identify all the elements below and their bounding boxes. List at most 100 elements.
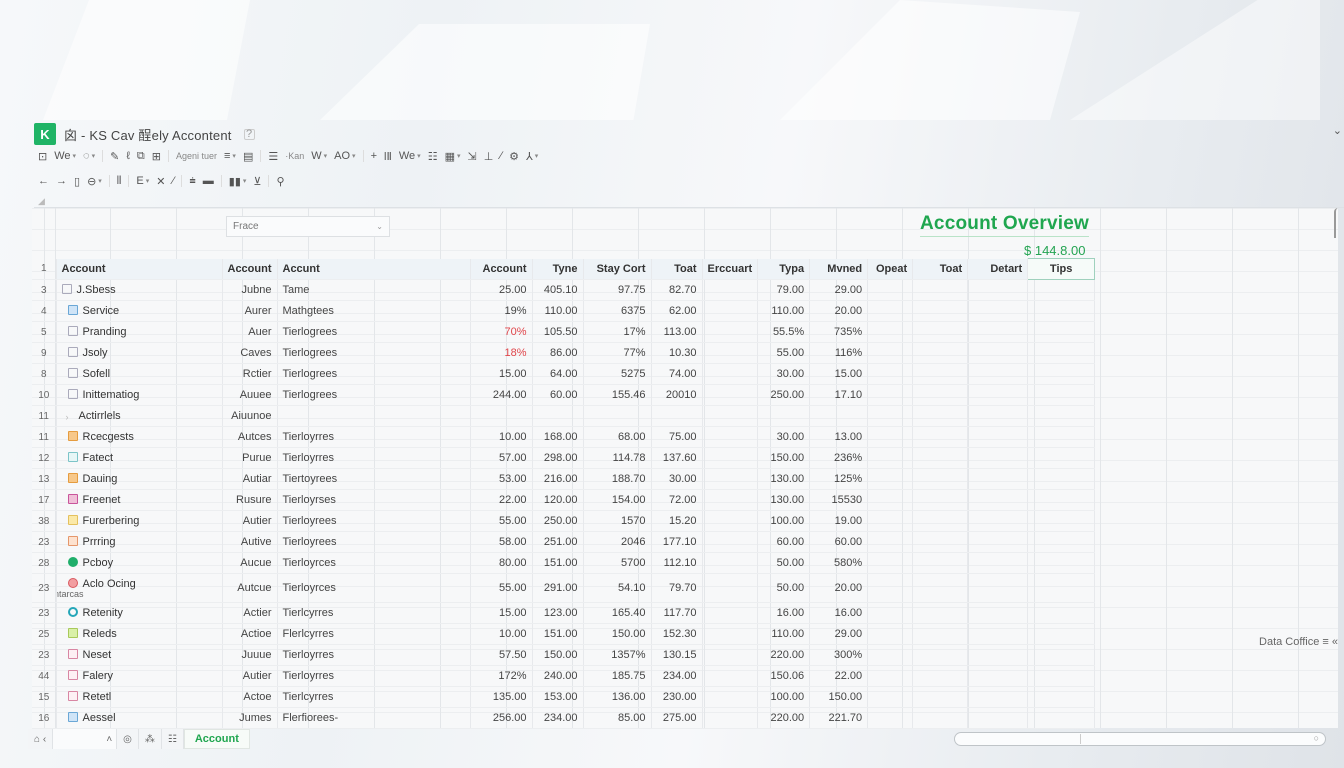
value-cell-c6[interactable]: 30.00 <box>757 426 811 448</box>
type-cell[interactable]: Tierlogrees <box>277 321 471 343</box>
status-cell[interactable]: Rctier <box>222 363 278 385</box>
value-cell-c6[interactable]: 100.00 <box>757 686 811 708</box>
value-cell-c4[interactable]: 112.10 <box>651 552 703 574</box>
status-cell[interactable]: Jumes <box>222 707 278 729</box>
value-cell-c10[interactable] <box>967 363 1029 385</box>
value-cell-c6[interactable]: 55.00 <box>757 342 811 364</box>
row-number[interactable]: 10 <box>32 384 57 406</box>
column-header-c5[interactable]: Erccuart <box>702 258 759 280</box>
value-cell-c3[interactable]: 114.78 <box>582 447 652 469</box>
value-cell-c4[interactable]: 230.00 <box>651 686 703 708</box>
value-cell-c5[interactable] <box>702 623 759 645</box>
formula-bar[interactable]: ◢ <box>34 196 1344 208</box>
value-cell-c10[interactable] <box>967 384 1029 406</box>
value-cell-c8[interactable] <box>867 321 914 343</box>
row-number[interactable]: 11 <box>32 426 57 448</box>
column-header-type[interactable]: Accunt <box>277 258 471 280</box>
value-cell-c10[interactable] <box>967 279 1029 301</box>
value-cell-c10[interactable] <box>967 531 1029 553</box>
value-cell-c11[interactable] <box>1027 623 1096 645</box>
status-cell[interactable]: Jubne <box>222 279 278 301</box>
value-cell-c3[interactable]: 185.75 <box>582 665 652 687</box>
value-cell-c5[interactable] <box>702 707 759 729</box>
clipboard-button[interactable]: ▯ <box>74 175 80 188</box>
value-cell-c7[interactable]: 150.00 <box>809 686 869 708</box>
column-header-c9[interactable]: Toat <box>912 258 969 280</box>
value-cell-c11[interactable] <box>1027 279 1096 301</box>
value-cell-c10[interactable] <box>967 623 1029 645</box>
value-cell-c9[interactable] <box>912 707 969 729</box>
account-name-cell[interactable]: Rcecgests <box>56 426 223 448</box>
value-cell-c11[interactable] <box>1027 426 1096 448</box>
italic-button[interactable]: ℓ <box>126 150 130 162</box>
row-number[interactable]: 23 <box>32 573 57 603</box>
value-cell-c2[interactable]: 151.00 <box>532 552 584 574</box>
value-cell-c10[interactable] <box>967 644 1029 666</box>
help-icon[interactable]: ? <box>243 128 255 140</box>
value-cell-c6[interactable]: 60.00 <box>757 531 811 553</box>
border-button[interactable]: E ▾ <box>136 175 149 187</box>
value-cell-c7[interactable]: 17.10 <box>809 384 869 406</box>
sort-button[interactable]: ⊻ <box>253 175 261 188</box>
account-name-cell[interactable]: Releds <box>56 623 223 645</box>
value-cell-c7[interactable]: 13.00 <box>809 426 869 448</box>
collapse-ribbon-icon[interactable]: ⌄ <box>1333 124 1342 137</box>
value-cell-c5[interactable] <box>702 405 759 427</box>
value-cell-c2[interactable]: 120.00 <box>532 489 584 511</box>
value-cell-c8[interactable] <box>867 510 914 532</box>
value-cell-c3[interactable]: 188.70 <box>582 468 652 490</box>
column-header-c1[interactable]: Account <box>470 258 533 280</box>
type-cell[interactable]: Tierloyrces <box>277 552 471 574</box>
account-name-cell[interactable]: Neset <box>56 644 223 666</box>
value-cell-c3[interactable]: 1570 <box>582 510 652 532</box>
value-cell-c5[interactable] <box>702 321 759 343</box>
type-cell[interactable]: Tierloyrres <box>277 447 471 469</box>
value-cell-c8[interactable] <box>867 686 914 708</box>
value-cell-c4[interactable]: 82.70 <box>651 279 703 301</box>
account-name-cell[interactable]: › Actirrlels <box>56 405 223 427</box>
value-cell-c4[interactable] <box>651 405 703 427</box>
account-name-cell[interactable]: Sofell <box>56 363 223 385</box>
value-cell-c10[interactable] <box>967 707 1029 729</box>
value-cell-c2[interactable]: 150.00 <box>532 644 584 666</box>
account-name-cell[interactable]: Dauing <box>56 468 223 490</box>
calendar-button[interactable]: ▦ ▾ <box>445 150 461 163</box>
value-cell-c4[interactable]: 117.70 <box>651 602 703 624</box>
value-cell-c7[interactable]: 116% <box>809 342 869 364</box>
value-cell-c3[interactable]: 54.10 <box>582 573 652 603</box>
type-cell[interactable]: Tierlcyrres <box>277 686 471 708</box>
status-cell[interactable]: Actioe <box>222 623 278 645</box>
account-name-cell[interactable]: Retetl <box>56 686 223 708</box>
value-cell-c10[interactable] <box>967 321 1029 343</box>
value-cell-c9[interactable] <box>912 686 969 708</box>
value-cell-c2[interactable] <box>532 405 584 427</box>
value-cell-c9[interactable] <box>912 552 969 574</box>
value-cell-c2[interactable]: 86.00 <box>532 342 584 364</box>
status-cell[interactable]: Caves <box>222 342 278 364</box>
value-cell-c8[interactable] <box>867 552 914 574</box>
account-name-cell[interactable]: Freenet <box>56 489 223 511</box>
format-button[interactable]: ⫴ <box>117 175 122 188</box>
value-cell-c4[interactable]: 74.00 <box>651 363 703 385</box>
value-cell-c10[interactable] <box>967 573 1029 603</box>
row-number[interactable]: 1 <box>32 258 57 280</box>
list-button[interactable]: ☰ <box>268 150 278 163</box>
value-cell-c8[interactable] <box>867 489 914 511</box>
value-cell-c7[interactable]: 16.00 <box>809 602 869 624</box>
value-cell-c8[interactable] <box>867 405 914 427</box>
value-cell-c7[interactable]: 580% <box>809 552 869 574</box>
value-cell-c9[interactable] <box>912 300 969 322</box>
row-number[interactable]: 28 <box>32 552 57 574</box>
value-cell-c9[interactable] <box>912 489 969 511</box>
value-cell-c1[interactable]: 15.00 <box>470 602 533 624</box>
status-cell[interactable]: Autiar <box>222 468 278 490</box>
value-cell-c9[interactable] <box>912 644 969 666</box>
status-cell[interactable]: Autier <box>222 665 278 687</box>
value-cell-c10[interactable] <box>967 510 1029 532</box>
column-header-c6[interactable]: Typa <box>757 258 811 280</box>
value-cell-c4[interactable]: 15.20 <box>651 510 703 532</box>
status-cell[interactable]: Autcue <box>222 573 278 603</box>
status-cell[interactable]: Purue <box>222 447 278 469</box>
value-cell-c11[interactable] <box>1027 468 1096 490</box>
value-cell-c3[interactable]: 68.00 <box>582 426 652 448</box>
